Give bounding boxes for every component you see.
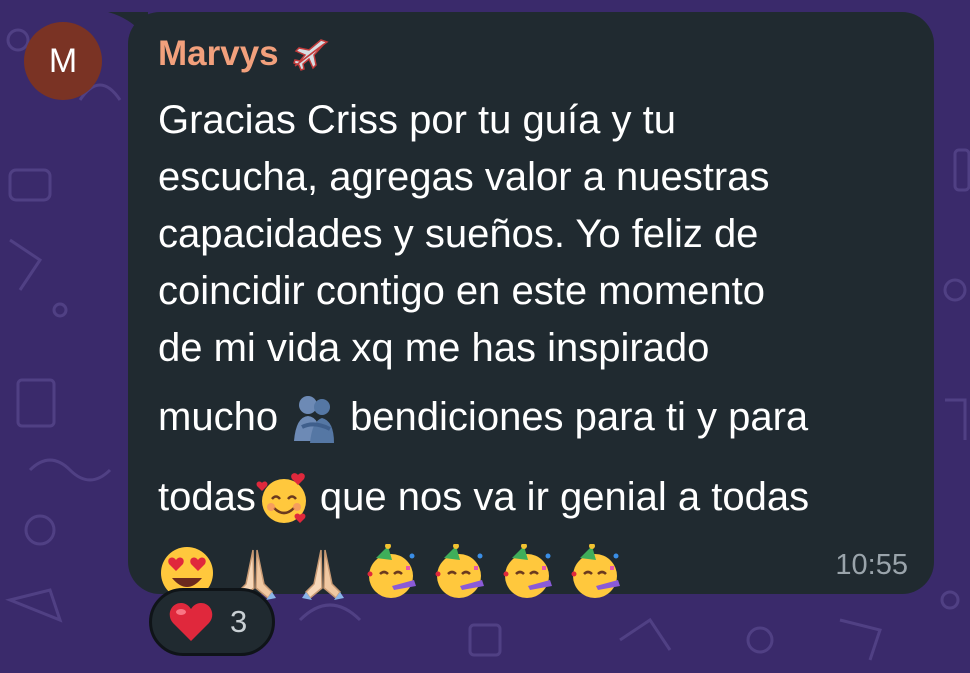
folded-hands-icon — [302, 549, 344, 600]
message-line: de mi vida xq me has inspirado — [158, 326, 710, 370]
message-segment: todas — [158, 475, 256, 519]
partying-face-icon — [571, 544, 620, 598]
sender-name[interactable]: Marvys — [158, 34, 279, 74]
heart-icon — [169, 603, 213, 641]
message-segment: bendiciones para ti y para — [350, 395, 809, 439]
avatar-initial: M — [48, 41, 78, 80]
message-segment: mucho — [158, 395, 279, 439]
message-time: 10:55 — [835, 549, 908, 581]
people-hugging-icon — [294, 396, 335, 444]
message-line: escucha, agregas valor a nuestras — [158, 155, 770, 199]
emoji-row — [158, 541, 906, 605]
smiling-face-with-hearts-icon — [256, 473, 306, 524]
message-bubble[interactable]: Marvys Gracias Criss por tu guía y tu es… — [128, 12, 934, 600]
message-line: todas que nos va ir genial a todas — [158, 457, 906, 537]
message-segment: que nos va ir genial a todas — [319, 475, 810, 519]
message-line: coincidir contigo en este momento — [158, 269, 765, 313]
reaction-chip[interactable]: 3 — [149, 588, 275, 656]
partying-face-icon — [435, 544, 484, 598]
message-line: mucho bendiciones para ti y para — [158, 377, 906, 457]
message-text: Gracias Criss por tu guía y tu escucha, … — [158, 92, 906, 605]
sender-avatar[interactable]: M — [24, 22, 102, 100]
message-line: capacidades y sueños. Yo feliz de — [158, 212, 759, 256]
partying-face-icon — [503, 544, 552, 598]
partying-face-icon — [367, 544, 416, 598]
reaction-count: 3 — [230, 604, 248, 639]
message-line: Gracias Criss por tu guía y tu — [158, 98, 676, 142]
sender-row: Marvys — [158, 32, 904, 76]
airplane-icon — [292, 39, 329, 71]
